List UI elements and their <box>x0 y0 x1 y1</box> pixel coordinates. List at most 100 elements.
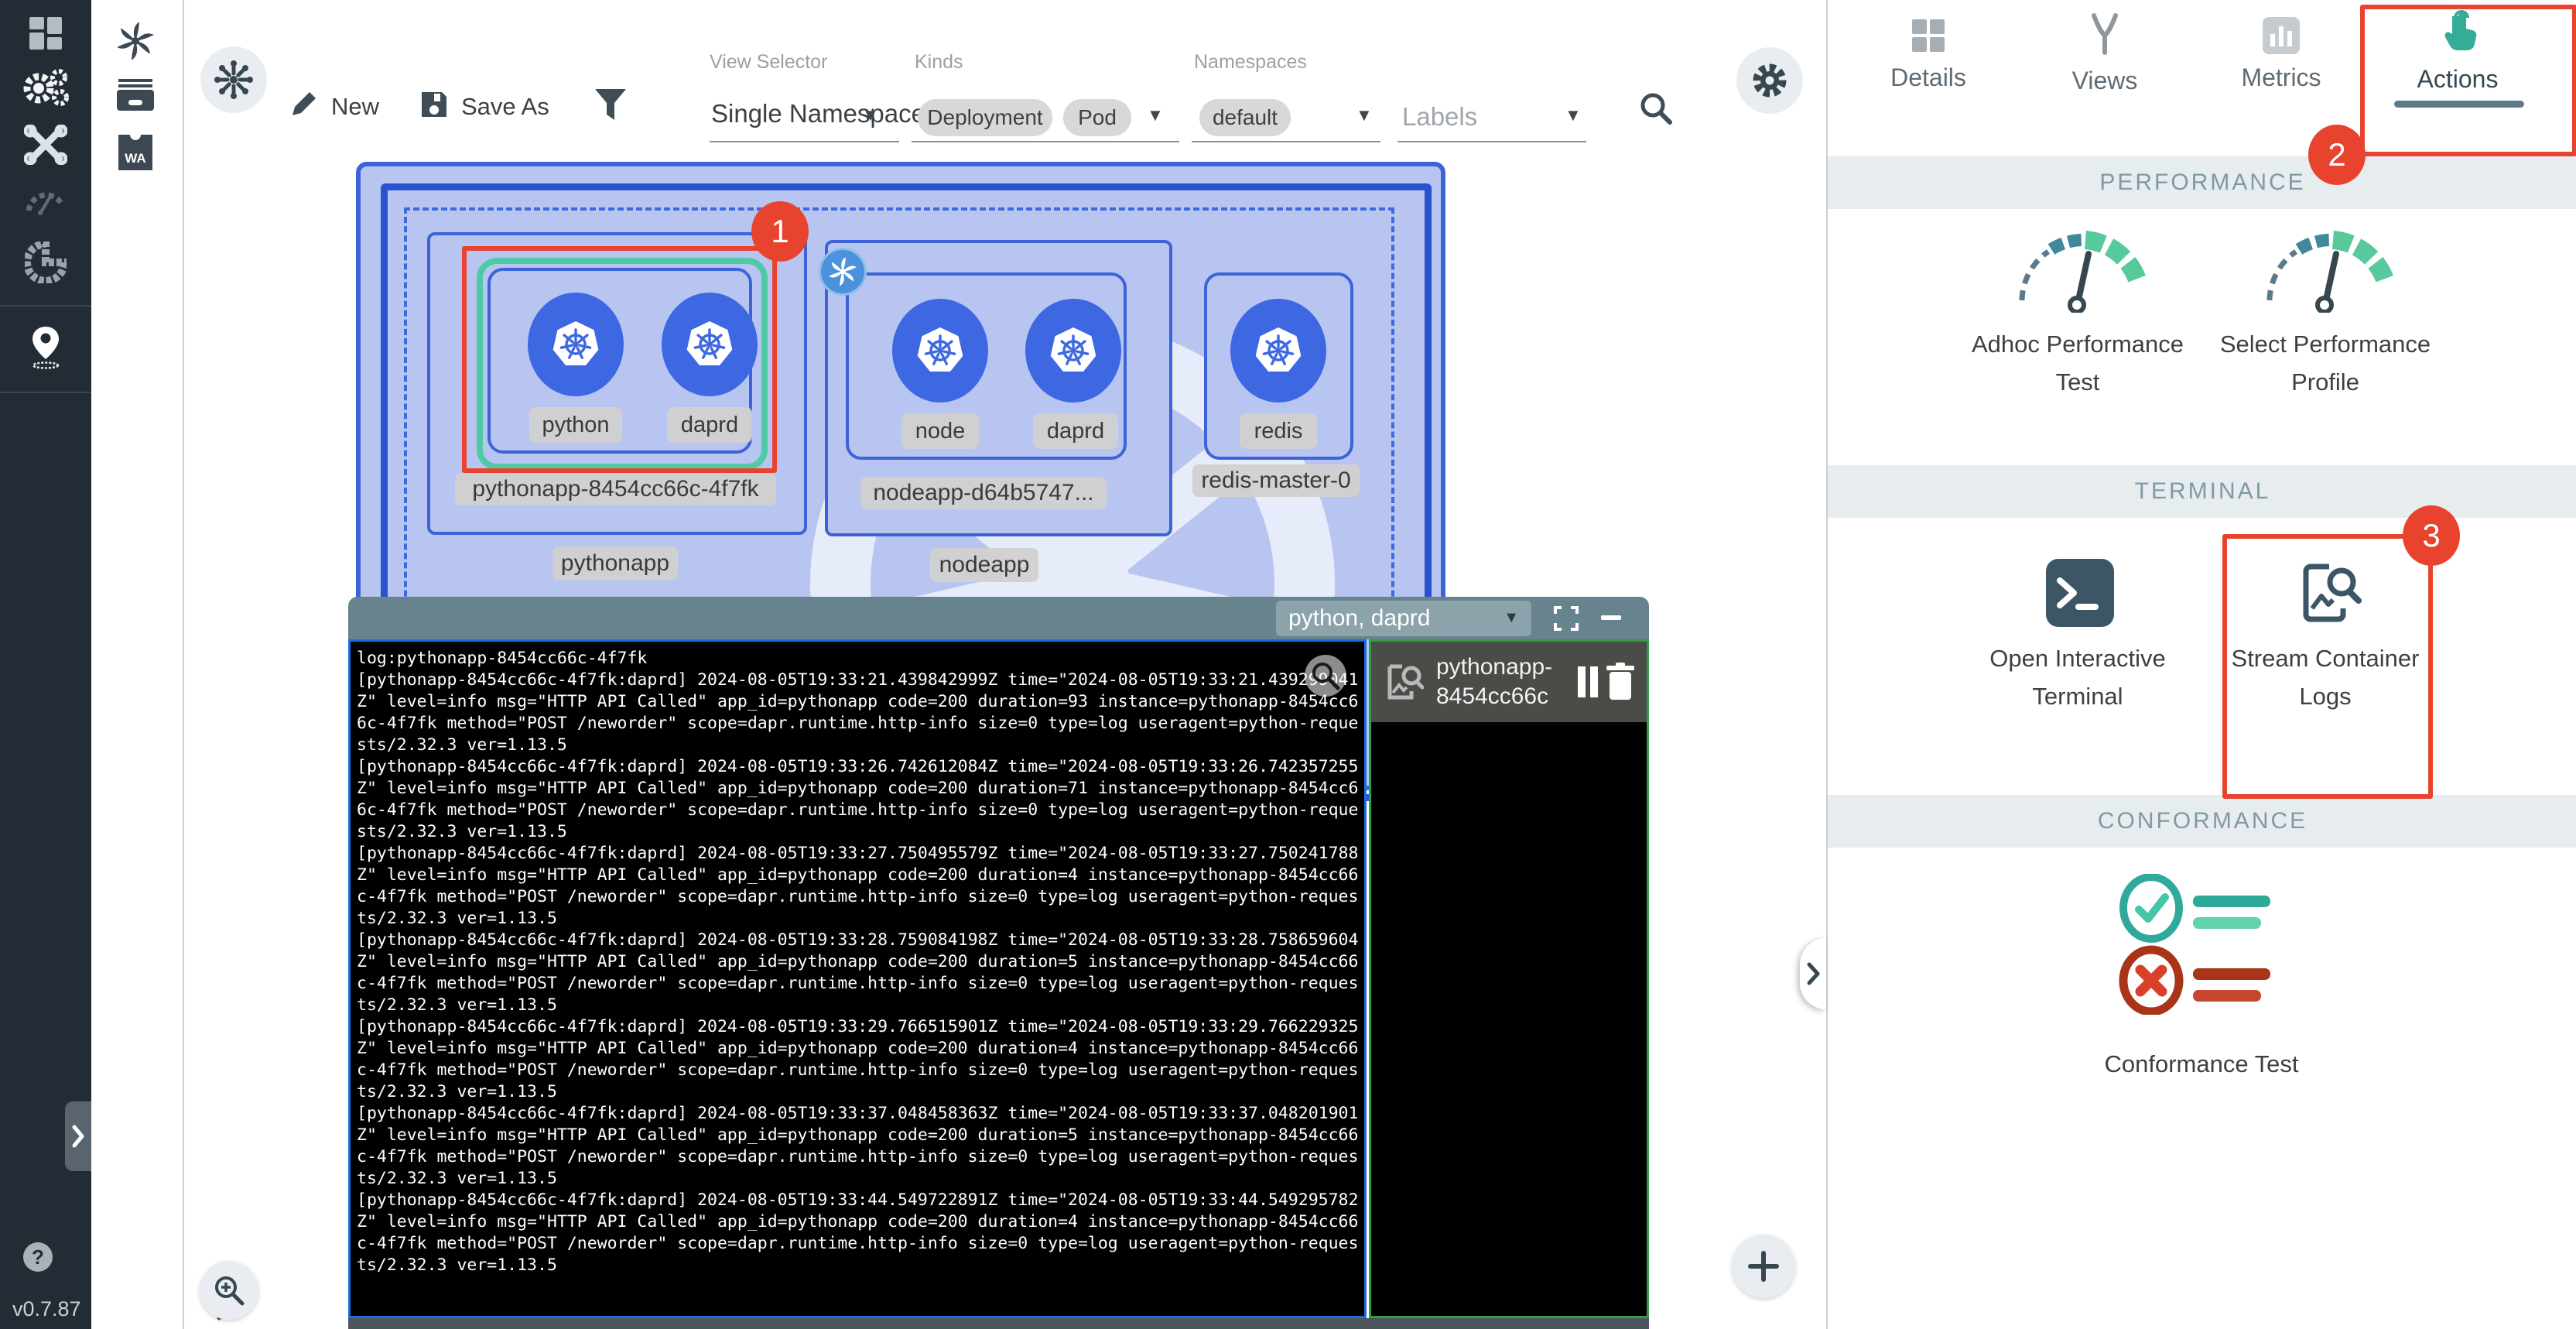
container-node[interactable] <box>892 299 988 402</box>
open-terminal-button[interactable] <box>2043 556 2117 630</box>
help-question-mark: ? <box>32 1245 44 1269</box>
mesh-pie-icon[interactable] <box>22 241 70 283</box>
pause-stream-button[interactable] <box>1574 662 1602 702</box>
chevron-right-icon <box>71 1125 85 1148</box>
namespace-chip-default[interactable]: default <box>1199 99 1291 136</box>
pencil-icon <box>288 89 319 120</box>
annotation-box-2 <box>2360 5 2576 156</box>
adhoc-performance-button[interactable] <box>2004 223 2151 316</box>
kind-chip-deployment[interactable]: Deployment <box>918 99 1052 136</box>
left-sidebar: ? v0.7.87 <box>0 0 91 1329</box>
performance-gauge-icon[interactable] <box>23 183 68 217</box>
magnifier-icon <box>1310 660 1341 691</box>
namespaces-arrow-icon[interactable]: ▼ <box>1356 105 1373 125</box>
annotation-badge-1: 1 <box>751 201 809 262</box>
search-button[interactable] <box>1634 87 1678 130</box>
view-selector-value[interactable]: Single Namespace <box>711 99 925 128</box>
layout-engine-button[interactable] <box>200 46 267 113</box>
fullscreen-icon[interactable] <box>1553 605 1579 632</box>
dapr-badge-icon <box>819 248 867 296</box>
annotation-box-1 <box>462 246 777 473</box>
container-label: daprd <box>1033 413 1118 449</box>
tools-icon[interactable] <box>23 124 68 166</box>
kinds-label: Kinds <box>915 51 963 74</box>
adhoc-performance-label[interactable]: Adhoc PerformanceTest <box>1965 325 2190 401</box>
namespaces-underline <box>1192 141 1380 142</box>
views-icon <box>2086 12 2123 56</box>
delete-stream-button[interactable] <box>1603 660 1637 704</box>
svg-text:WA: WA <box>125 151 145 166</box>
terminal-titlebar[interactable]: python, daprd ▼ <box>348 597 1649 639</box>
zoom-in-button[interactable] <box>200 1261 258 1320</box>
save-icon <box>419 89 450 120</box>
pinwheel-icon[interactable] <box>113 19 158 63</box>
container-redis[interactable] <box>1230 299 1326 402</box>
log-pane[interactable]: log:pythonapp-8454cc66c-4f7fk [pythonapp… <box>348 639 1367 1318</box>
secondary-sidebar: WA <box>91 0 184 1329</box>
webassembly-icon[interactable]: WA <box>115 132 156 173</box>
conformance-test-label[interactable]: Conformance Test <box>2089 1045 2314 1083</box>
kind-chip-pod[interactable]: Pod <box>1063 99 1131 136</box>
tab-metrics-label[interactable]: Metrics <box>2227 63 2335 92</box>
container-selector-dropdown[interactable]: python, daprd ▼ <box>1276 601 1531 636</box>
version-label: v0.7.87 <box>12 1297 81 1321</box>
select-performance-button[interactable] <box>2252 223 2399 316</box>
settings-gears-icon[interactable] <box>22 68 70 108</box>
archive-icon[interactable] <box>113 76 158 115</box>
settings-button[interactable] <box>1736 47 1803 114</box>
tab-details[interactable] <box>1874 14 1982 57</box>
log-stream-row[interactable]: pythonapp- 8454cc66c <box>1371 642 1647 722</box>
snowflake-icon <box>214 60 254 100</box>
pod-name-label: pythonapp-8454cc66c-4f7fk <box>455 473 776 505</box>
new-button-label[interactable]: New <box>331 93 379 121</box>
app-root: ? v0.7.87 <box>0 0 2576 1329</box>
annotation-box-3 <box>2222 534 2433 799</box>
open-terminal-label[interactable]: Open InteractiveTerminal <box>1965 639 2190 715</box>
add-button[interactable] <box>1732 1235 1795 1298</box>
log-search-button[interactable] <box>1305 655 1346 697</box>
minimize-icon[interactable] <box>1601 615 1621 622</box>
sidebar-divider <box>0 305 91 307</box>
search-icon <box>1638 91 1674 126</box>
kinds-arrow-icon[interactable]: ▼ <box>1147 105 1164 125</box>
trash-icon <box>1605 663 1636 701</box>
plus-icon <box>1746 1249 1781 1284</box>
labels-arrow-icon[interactable]: ▼ <box>1565 105 1582 125</box>
annotation-badge-3: 3 <box>2403 505 2460 566</box>
dropdown-arrow-icon: ▼ <box>1504 609 1519 627</box>
conformance-test-button[interactable] <box>2116 871 2289 1018</box>
section-terminal-title: TERMINAL <box>2135 478 2271 505</box>
location-pin-icon[interactable] <box>23 324 68 372</box>
container-daprd-2[interactable] <box>1025 299 1121 402</box>
pod-redis[interactable]: redis <box>1204 272 1353 460</box>
new-button[interactable] <box>286 87 321 122</box>
labels-input-placeholder[interactable]: Labels <box>1402 102 1477 132</box>
filter-funnel-icon[interactable] <box>591 85 630 125</box>
deployment-name-label: nodeapp <box>930 548 1038 582</box>
container-label: node <box>901 413 979 449</box>
dashboard-grid-icon[interactable] <box>23 11 68 56</box>
tab-metrics[interactable] <box>2227 14 2335 57</box>
view-selector-arrow-icon[interactable]: ▼ <box>862 105 879 125</box>
conformance-icon <box>2119 874 2286 1015</box>
select-performance-label[interactable]: Select PerformanceProfile <box>2213 325 2437 401</box>
zoom-in-icon <box>212 1273 246 1307</box>
annotation-badge-2: 2 <box>2308 125 2366 185</box>
container-label: redis <box>1240 413 1317 449</box>
section-terminal: TERMINAL <box>1828 465 2576 518</box>
help-button[interactable]: ? <box>23 1242 53 1272</box>
chevron-right-icon <box>1805 961 1821 986</box>
deployment-name-label: pythonapp <box>552 546 678 581</box>
save-as-button[interactable] <box>416 87 452 122</box>
pod-nodeapp[interactable]: node daprd <box>846 272 1127 460</box>
sidebar-expand-button[interactable] <box>65 1101 91 1171</box>
section-performance: PERFORMANCE <box>1828 156 2576 209</box>
pod-name-label: redis-master-0 <box>1192 464 1360 497</box>
tab-views-label[interactable]: Views <box>2051 67 2159 95</box>
tab-views[interactable] <box>2051 11 2159 57</box>
terminal-log-text: log:pythonapp-8454cc66c-4f7fk [pythonapp… <box>351 642 1364 1283</box>
section-conformance-title: CONFORMANCE <box>2098 808 2307 834</box>
gauge-icon <box>2256 226 2395 313</box>
tab-details-label[interactable]: Details <box>1874 63 1982 92</box>
save-as-button-label[interactable]: Save As <box>461 93 549 121</box>
